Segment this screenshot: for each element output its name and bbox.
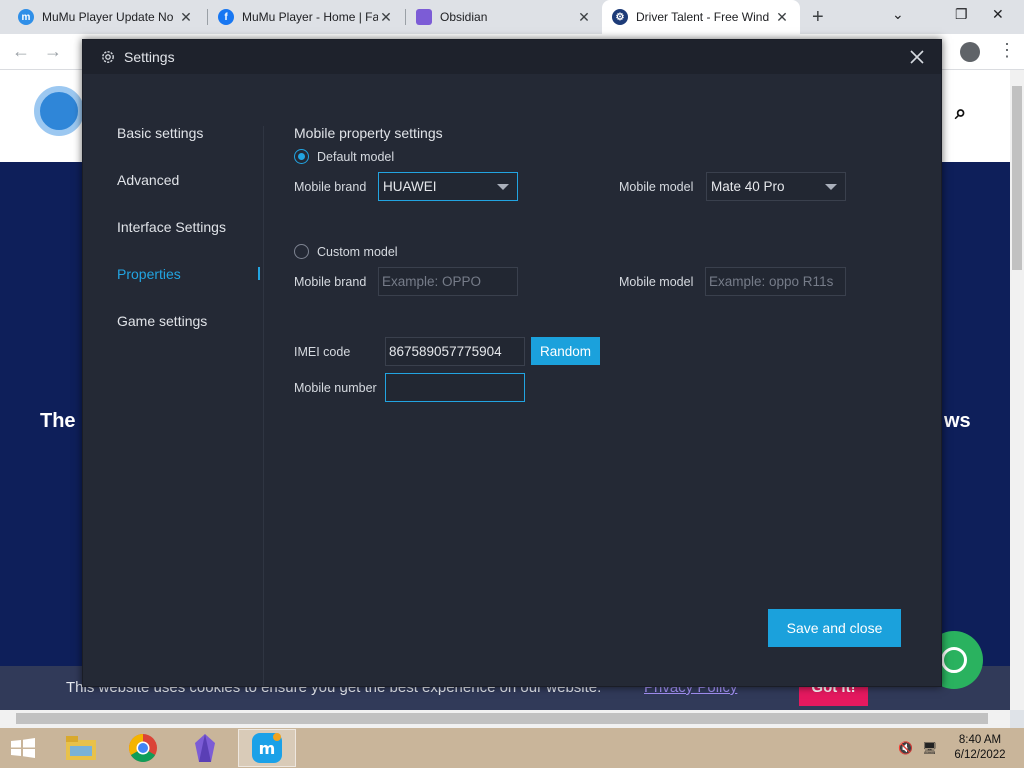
svg-text:m: m	[259, 739, 276, 758]
browser-tab-obsidian[interactable]: Obsidian ✕	[406, 0, 602, 34]
custom-brand-label: Mobile brand	[294, 275, 367, 289]
back-arrow-icon[interactable]: ←	[12, 41, 30, 62]
random-imei-button[interactable]: Random	[531, 337, 600, 365]
mobile-model-label: Mobile model	[619, 180, 694, 194]
save-and-close-button[interactable]: Save and close	[768, 609, 901, 647]
mobile-number-label: Mobile number	[294, 381, 377, 395]
browser-tab-facebook[interactable]: f MuMu Player - Home | Fa ✕	[208, 0, 404, 34]
mobile-model-value: Mate 40 Pro	[711, 179, 785, 194]
windows-taskbar: m 🔇 🖥 8:40 AM 6/12/2022	[0, 728, 1024, 768]
vertical-scrollbar[interactable]	[1010, 70, 1024, 710]
close-tab-icon[interactable]: ✕	[774, 9, 790, 26]
tab-title: MuMu Player Update No	[42, 10, 174, 24]
mobile-brand-value: HUAWEI	[383, 179, 437, 194]
search-icon[interactable]: ⌕	[955, 102, 966, 125]
chrome-icon[interactable]	[114, 729, 172, 767]
section-title: Mobile property settings	[294, 125, 443, 141]
network-icon[interactable]: 🖥	[922, 741, 937, 755]
obsidian-icon[interactable]	[176, 729, 234, 767]
imei-input[interactable]	[385, 337, 525, 366]
custom-model-label: Custom model	[317, 245, 398, 259]
browser-tab-mumu-update[interactable]: m MuMu Player Update No ✕	[8, 0, 204, 34]
dialog-titlebar: Settings	[83, 40, 941, 74]
mobile-brand-label: Mobile brand	[294, 180, 367, 194]
clock-time: 8:40 AM	[958, 734, 1002, 746]
sidebar-divider	[263, 126, 264, 686]
close-tab-icon[interactable]: ✕	[576, 9, 592, 26]
clock[interactable]: 8:40 AM 6/12/2022	[952, 733, 1008, 763]
default-model-radio[interactable]	[294, 149, 309, 164]
hero-text-right: ws	[944, 410, 971, 432]
mobile-model-dropdown[interactable]: Mate 40 Pro	[706, 172, 846, 201]
restore-window-icon[interactable]: ❐	[955, 6, 968, 23]
sidebar-item-interface-settings[interactable]: Interface Settings	[117, 219, 226, 235]
sidebar-item-advanced[interactable]: Advanced	[117, 172, 179, 188]
speaker-muted-icon[interactable]: 🔇	[898, 741, 913, 755]
sidebar-item-basic-settings[interactable]: Basic settings	[117, 125, 203, 141]
clock-date: 6/12/2022	[954, 749, 1006, 761]
mumu-icon: m	[18, 9, 34, 25]
active-tab-indicator	[258, 267, 260, 280]
mobile-brand-dropdown[interactable]: HUAWEI	[378, 172, 518, 201]
hero-text-left: The	[40, 410, 76, 432]
file-explorer-icon[interactable]	[52, 729, 110, 767]
tab-title: Obsidian	[440, 10, 488, 24]
close-icon[interactable]	[908, 48, 926, 66]
scrollbar-thumb[interactable]	[16, 713, 988, 724]
tab-title: Driver Talent - Free Wind	[636, 10, 770, 24]
mumu-player-icon[interactable]: m	[238, 729, 296, 767]
forward-arrow-icon[interactable]: →	[44, 41, 62, 62]
imei-label: IMEI code	[294, 345, 351, 359]
windows-start-icon[interactable]	[10, 738, 36, 758]
custom-model-input[interactable]	[705, 267, 846, 296]
close-window-icon[interactable]: ✕	[992, 6, 1004, 23]
new-tab-icon[interactable]: +	[812, 6, 824, 29]
driver-talent-icon: ⚙	[612, 9, 628, 25]
default-model-label: Default model	[317, 150, 395, 164]
scrollbar-thumb[interactable]	[1012, 86, 1022, 270]
mobile-number-input[interactable]	[385, 373, 525, 402]
sidebar-item-properties[interactable]: Properties	[117, 266, 181, 282]
obsidian-icon	[416, 9, 432, 25]
browser-menu-icon[interactable]: ⋮	[998, 40, 1016, 61]
custom-model-radio[interactable]	[294, 244, 309, 259]
settings-gear-icon	[102, 51, 114, 63]
chevron-down-icon	[825, 184, 837, 190]
tab-search-chevron-icon[interactable]: ⌄	[892, 6, 904, 23]
driver-talent-logo-icon[interactable]	[34, 86, 84, 136]
close-tab-icon[interactable]: ✕	[378, 9, 394, 26]
profile-avatar-icon[interactable]	[960, 42, 980, 62]
facebook-icon: f	[218, 9, 234, 25]
settings-dialog: Settings Basic settings Advanced Interfa…	[82, 39, 942, 687]
close-tab-icon[interactable]: ✕	[178, 9, 194, 26]
browser-tab-driver-talent[interactable]: ⚙ Driver Talent - Free Wind ✕	[602, 0, 800, 34]
custom-brand-input[interactable]	[378, 267, 518, 296]
custom-model-label-text: Mobile model	[619, 275, 694, 289]
dialog-title: Settings	[124, 49, 175, 65]
sidebar-item-game-settings[interactable]: Game settings	[117, 313, 207, 329]
chevron-down-icon	[497, 184, 509, 190]
browser-tab-strip: m MuMu Player Update No ✕ f MuMu Player …	[0, 0, 1024, 34]
tab-title: MuMu Player - Home | Fa	[242, 10, 378, 24]
horizontal-scrollbar[interactable]	[0, 710, 1010, 728]
